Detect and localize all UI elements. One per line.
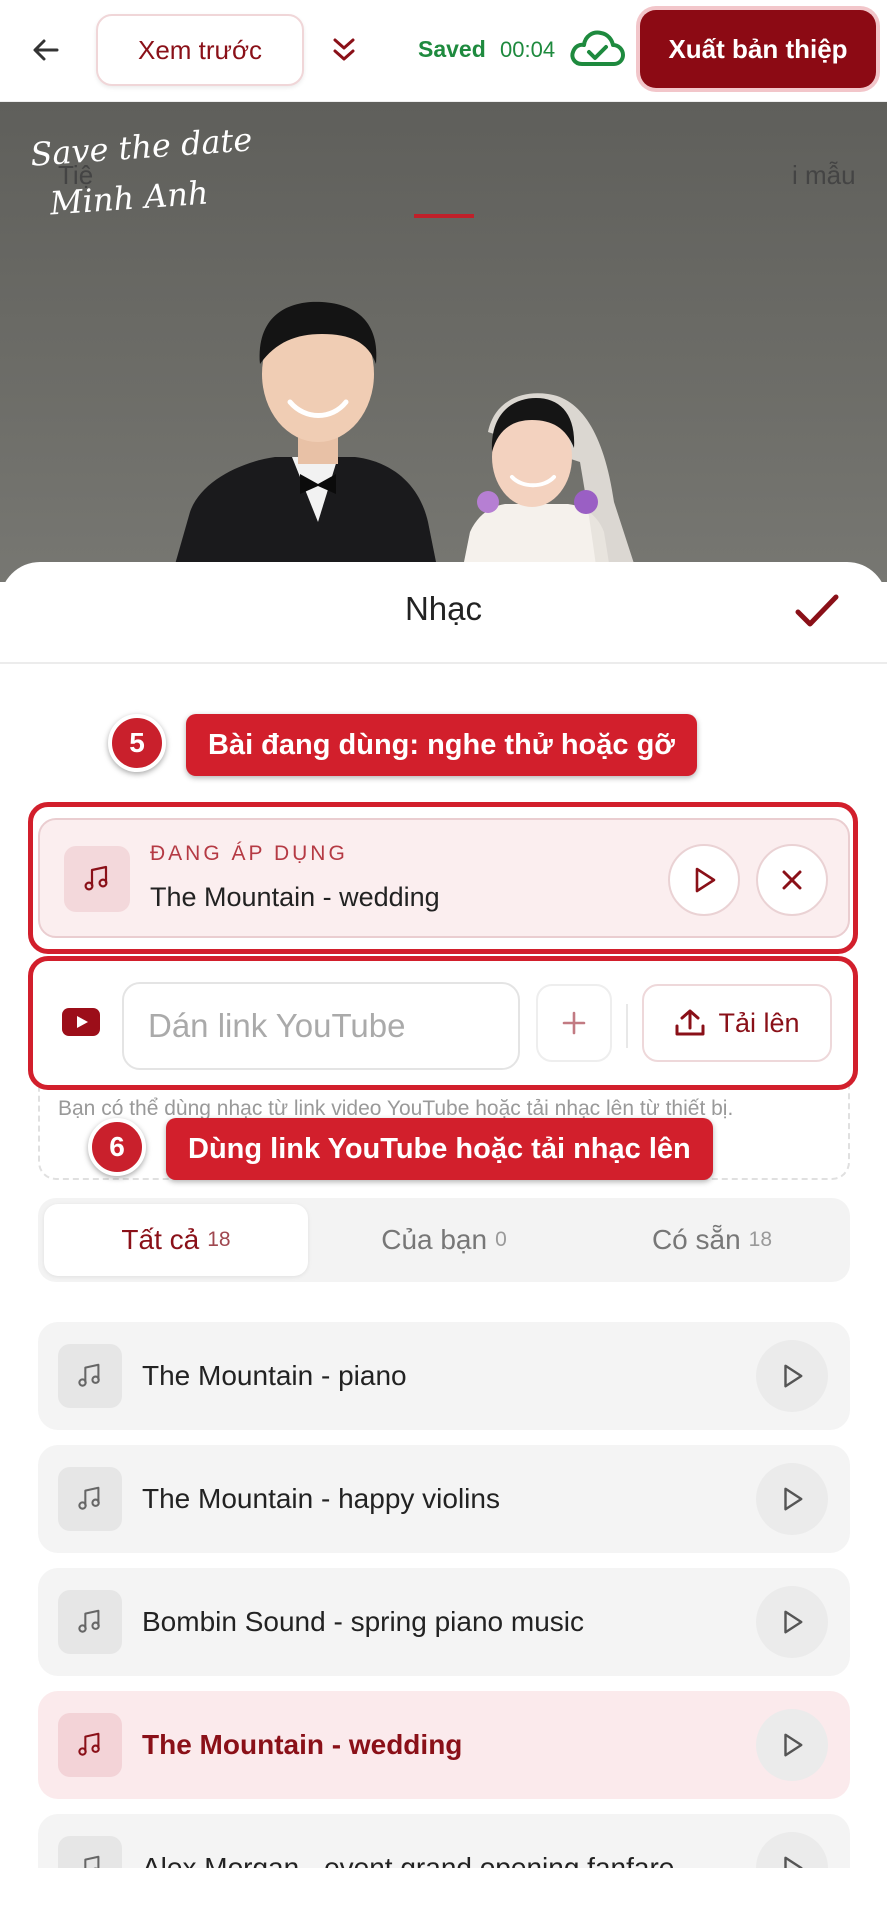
play-icon [784,1856,803,1868]
track-title: Bombin Sound - spring piano music [142,1606,585,1637]
play-icon [784,1733,803,1757]
track-title: The Mountain - piano [142,1360,407,1391]
youtube-row: Tải lên [38,968,850,1080]
current-track-card: ĐANG ÁP DỤNG The Mountain - wedding [38,818,850,938]
top-bar: Xem trước Saved 00:04 Xuất bản thiệp [0,0,887,102]
filter-segmented-control: Tất cả 18 Của bạn 0 Có sẵn 18 [38,1198,850,1282]
music-note-icon [58,1836,122,1868]
add-link-button[interactable] [536,984,612,1062]
current-track-status: ĐANG ÁP DỤNG [150,842,348,865]
export-button[interactable]: Xuất bản thiệp [640,10,876,88]
filter-all[interactable]: Tất cả 18 [44,1204,308,1276]
track-item[interactable]: The Mountain - piano [38,1322,850,1430]
callout-6-label: Dùng link YouTube hoặc tải nhạc lên [166,1118,713,1180]
callout-6-badge: 6 [88,1118,146,1176]
track-item-active[interactable]: The Mountain - wedding [38,1691,850,1799]
track-play-button[interactable] [756,1709,828,1781]
filter-yours[interactable]: Của bạn 0 [312,1204,576,1276]
music-note-icon [58,1590,122,1654]
youtube-link-input[interactable] [122,982,520,1070]
couple-photo [170,301,640,582]
plus-icon [562,1011,586,1035]
play-icon [784,1610,803,1634]
music-note-icon [58,1713,122,1777]
callout-5-label: Bài đang dùng: nghe thử hoặc gỡ [186,714,697,776]
track-title: Alex Morgan - event grand opening fanfar… [142,1852,675,1868]
back-button[interactable] [24,28,68,72]
music-note-icon [58,1467,122,1531]
check-icon [795,594,839,627]
filter-yours-count: 0 [495,1228,507,1251]
play-icon [695,867,716,893]
filter-all-count: 18 [207,1228,231,1251]
collapse-button[interactable] [322,28,366,72]
sheet-title: Nhạc [404,590,483,627]
track-title: The Mountain - happy violins [142,1483,500,1514]
track-play-button[interactable] [756,1463,828,1535]
music-note-icon [58,1344,122,1408]
upload-button[interactable]: Tải lên [642,984,832,1062]
filter-yours-label: Của bạn [381,1224,488,1255]
track-item[interactable]: The Mountain - happy violins [38,1445,850,1553]
filter-all-label: Tất cả [121,1224,200,1255]
saved-time: 00:04 [500,37,556,62]
track-play-button[interactable] [756,1586,828,1658]
current-track-title: The Mountain - wedding [150,882,440,912]
play-icon [784,1487,803,1511]
row-separator [626,1004,628,1048]
play-icon [784,1364,803,1388]
filter-available-label: Có sẵn [651,1224,741,1255]
track-title: The Mountain - wedding [142,1729,463,1760]
upload-icon [675,1009,705,1036]
arrow-left-icon [33,39,59,61]
filter-available[interactable]: Có sẵn 18 [580,1204,844,1276]
youtube-icon [62,1008,100,1036]
tab-convenience[interactable]: Tiệ [58,160,93,191]
chevrons-down-icon [333,38,355,61]
tab-sample[interactable]: i mẫu [792,160,856,191]
music-note-icon [64,846,130,912]
preview-button[interactable]: Xem trước [96,14,304,86]
active-tab-underline [414,214,474,218]
upload-label: Tải lên [718,1007,800,1038]
callout-5-badge: 5 [108,714,166,772]
filter-available-count: 18 [748,1228,773,1251]
confirm-button[interactable] [792,586,842,636]
cloud-check-icon [570,30,625,66]
invitation-preview-photo: Save the date Minh Anh [0,102,887,582]
track-play-button[interactable] [756,1832,828,1868]
remove-track-button[interactable] [756,844,828,916]
saved-status: Saved [418,36,486,62]
track-play-button[interactable] [756,1340,828,1412]
track-item[interactable]: Alex Morgan - event grand opening fanfar… [38,1814,850,1868]
sheet-divider [0,662,887,664]
close-icon [782,870,802,890]
current-play-button[interactable] [668,844,740,916]
track-list: The Mountain - piano The Mountain - happ… [0,1312,887,1868]
track-item[interactable]: Bombin Sound - spring piano music [38,1568,850,1676]
